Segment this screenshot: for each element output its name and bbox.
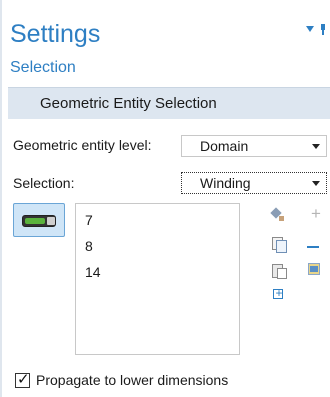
list-item[interactable]: 7 xyxy=(85,212,93,228)
panel-edge xyxy=(0,0,2,397)
selection-value: Winding xyxy=(200,175,251,191)
remove-icon[interactable] xyxy=(307,246,319,248)
section-title: Geometric Entity Selection xyxy=(40,95,217,112)
settings-panel: Settings Selection Geometric Entity Sele… xyxy=(0,0,330,397)
selection-list[interactable]: 7 8 14 xyxy=(75,203,240,355)
entity-level-label: Geometric entity level: xyxy=(13,137,152,153)
propagate-checkbox[interactable]: ✓ xyxy=(15,371,30,388)
activate-selection-toggle[interactable] xyxy=(13,203,65,237)
panel-title: Settings xyxy=(10,20,101,48)
panel-subtitle: Selection xyxy=(10,59,76,76)
section-header-geometric-entity-selection[interactable]: Geometric Entity Selection xyxy=(8,87,330,119)
add-icon[interactable]: + xyxy=(308,205,324,222)
paste-icon[interactable] xyxy=(271,262,287,279)
zoom-to-selection-icon[interactable] xyxy=(271,286,287,303)
propagate-label[interactable]: Propagate to lower dimensions xyxy=(36,372,228,388)
copy-icon[interactable] xyxy=(271,236,287,253)
chevron-down-icon xyxy=(312,181,320,186)
entity-level-select[interactable]: Domain xyxy=(181,135,327,157)
paint-icon[interactable] xyxy=(270,207,286,223)
clear-selection-icon[interactable] xyxy=(307,262,323,278)
toggle-switch-icon xyxy=(22,215,56,227)
list-item[interactable]: 8 xyxy=(85,238,93,254)
checkmark-icon: ✓ xyxy=(17,371,30,388)
menu-triangle-icon[interactable] xyxy=(306,26,314,32)
entity-level-value: Domain xyxy=(200,138,249,154)
list-item[interactable]: 14 xyxy=(85,264,101,280)
title-controls xyxy=(306,24,326,35)
selection-select[interactable]: Winding xyxy=(181,172,327,194)
pin-icon[interactable] xyxy=(320,24,326,35)
chevron-down-icon xyxy=(312,144,320,149)
selection-label: Selection: xyxy=(13,175,75,191)
